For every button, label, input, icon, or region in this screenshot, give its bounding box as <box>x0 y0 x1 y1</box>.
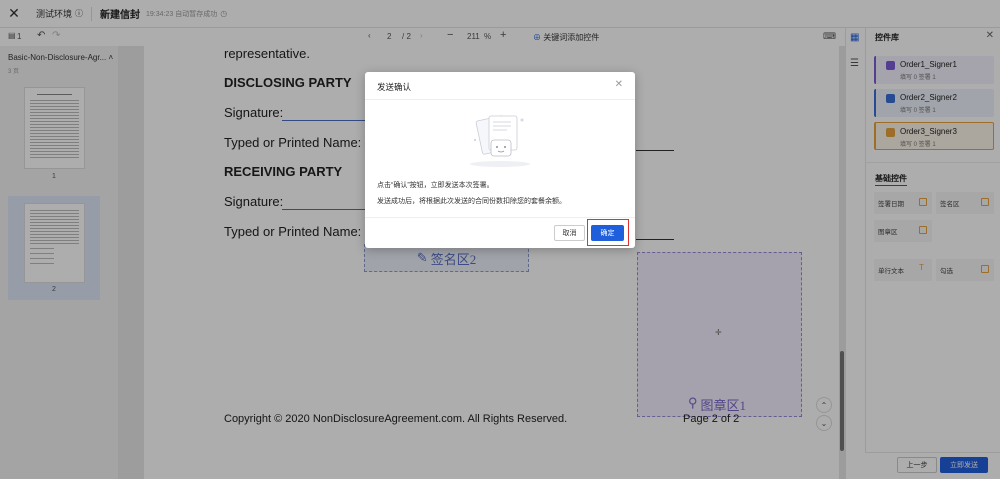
cancel-button[interactable]: 取消 <box>554 225 585 241</box>
dialog-title: 发送确认 <box>377 82 412 92</box>
dialog-footer-divider <box>365 217 635 218</box>
confirm-button[interactable]: 确定 <box>591 225 624 241</box>
dialog-message-2: 发送成功后，将根据此次发送的合同份数扣除您的套餐余额。 <box>377 198 566 205</box>
send-confirm-dialog: 发送确认 ✕ 点击“确认”按钮，立即发送本次签署。 发送成功后，将根据此次发送的… <box>365 72 635 248</box>
send-illustration-icon <box>470 115 530 167</box>
close-icon[interactable]: ✕ <box>615 79 623 90</box>
dialog-message-1: 点击“确认”按钮，立即发送本次签署。 <box>377 182 494 189</box>
dialog-divider <box>365 99 635 100</box>
